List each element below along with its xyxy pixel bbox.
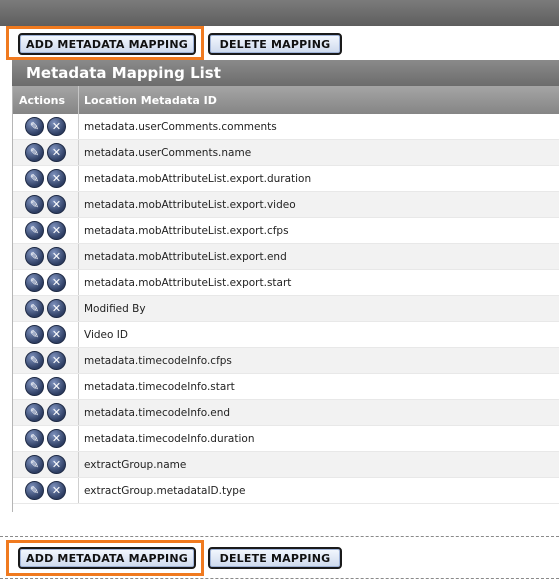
pencil-icon[interactable]: ✎ — [25, 429, 44, 448]
metadata-mapping-table: Actions Location Metadata ID ✎ ✕ metadata.… — [12, 86, 559, 512]
table-row: ✎ ✕ Video ID — [13, 322, 559, 348]
pencil-icon[interactable]: ✎ — [25, 351, 44, 370]
table-row: ✎ ✕ metadata.mobAttributeList.export.durat… — [13, 166, 559, 192]
close-icon[interactable]: ✕ — [47, 481, 66, 500]
table-row: ✎ ✕ metadata.timecodeInfo.end — [13, 400, 559, 426]
pencil-icon[interactable]: ✎ — [25, 247, 44, 266]
row-actions: ✎ ✕ — [13, 426, 79, 451]
table-row: ✎ ✕ Modified By — [13, 296, 559, 322]
table-row: ✎ ✕ metadata.mobAttributeList.export.video — [13, 192, 559, 218]
close-icon[interactable]: ✕ — [47, 195, 66, 214]
location-metadata-id-header: Location Metadata ID — [84, 93, 217, 107]
add-metadata-mapping-button[interactable]: ADD METADATA MAPPING — [18, 33, 196, 55]
delete-mapping-button[interactable]: DELETE MAPPING — [208, 33, 342, 55]
top-button-row: ADD METADATA MAPPING DELETE MAPPING — [0, 26, 559, 60]
pencil-icon[interactable]: ✎ — [25, 481, 44, 500]
row-actions: ✎ ✕ — [13, 218, 79, 243]
location-metadata-id-cell: extractGroup.metadataID.type — [84, 484, 246, 497]
row-actions: ✎ ✕ — [13, 374, 79, 399]
location-metadata-id-cell: metadata.mobAttributeList.export.start — [84, 276, 292, 289]
row-actions: ✎ ✕ — [13, 348, 79, 373]
close-icon[interactable]: ✕ — [47, 299, 66, 318]
table-body: ✎ ✕ metadata.userComments.comments ✎ ✕ metada… — [13, 114, 559, 504]
divider — [0, 536, 559, 537]
table-header: Actions Location Metadata ID — [13, 86, 559, 114]
pencil-icon[interactable]: ✎ — [25, 403, 44, 422]
table-row: ✎ ✕ metadata.mobAttributeList.export.end — [13, 244, 559, 270]
top-header-bar — [0, 0, 559, 26]
close-icon[interactable]: ✕ — [47, 377, 66, 396]
pencil-icon[interactable]: ✎ — [25, 377, 44, 396]
location-metadata-id-cell: metadata.timecodeInfo.cfps — [84, 354, 232, 367]
location-metadata-id-cell: metadata.mobAttributeList.export.end — [84, 250, 287, 263]
close-icon[interactable]: ✕ — [47, 221, 66, 240]
row-actions: ✎ ✕ — [13, 192, 79, 217]
location-metadata-id-cell: extractGroup.name — [84, 458, 187, 471]
close-icon[interactable]: ✕ — [47, 455, 66, 474]
close-icon[interactable]: ✕ — [47, 429, 66, 448]
close-icon[interactable]: ✕ — [47, 143, 66, 162]
close-icon[interactable]: ✕ — [47, 325, 66, 344]
table-row: ✎ ✕ metadata.userComments.comments — [13, 114, 559, 140]
location-metadata-id-cell: metadata.mobAttributeList.export.video — [84, 198, 296, 211]
table-row: ✎ ✕ metadata.timecodeInfo.start — [13, 374, 559, 400]
location-metadata-id-cell: Modified By — [84, 302, 146, 315]
table-row: ✎ ✕ metadata.mobAttributeList.export.start — [13, 270, 559, 296]
pencil-icon[interactable]: ✎ — [25, 143, 44, 162]
pencil-icon[interactable]: ✎ — [25, 273, 44, 292]
table-row: ✎ ✕ metadata.userComments.name — [13, 140, 559, 166]
pencil-icon[interactable]: ✎ — [25, 195, 44, 214]
row-actions: ✎ ✕ — [13, 114, 79, 139]
close-icon[interactable]: ✕ — [47, 117, 66, 136]
metadata-mapping-list-title: Metadata Mapping List — [12, 60, 559, 86]
location-metadata-id-cell: metadata.userComments.comments — [84, 120, 277, 133]
close-icon[interactable]: ✕ — [47, 351, 66, 370]
location-metadata-id-cell: metadata.mobAttributeList.export.duratio… — [84, 172, 312, 185]
actions-header: Actions — [13, 86, 79, 114]
row-actions: ✎ ✕ — [13, 244, 79, 269]
location-metadata-id-cell: metadata.timecodeInfo.duration — [84, 432, 255, 445]
row-actions: ✎ ✕ — [13, 140, 79, 165]
table-row: ✎ ✕ extractGroup.name — [13, 452, 559, 478]
location-metadata-id-cell: metadata.timecodeInfo.end — [84, 406, 231, 419]
row-actions: ✎ ✕ — [13, 400, 79, 425]
close-icon[interactable]: ✕ — [47, 169, 66, 188]
add-metadata-mapping-button[interactable]: ADD METADATA MAPPING — [18, 547, 196, 569]
row-actions: ✎ ✕ — [13, 270, 79, 295]
close-icon[interactable]: ✕ — [47, 403, 66, 422]
close-icon[interactable]: ✕ — [47, 247, 66, 266]
location-metadata-id-cell: metadata.userComments.name — [84, 146, 252, 159]
row-actions: ✎ ✕ — [13, 478, 79, 503]
divider — [0, 578, 559, 579]
delete-mapping-button[interactable]: DELETE MAPPING — [208, 547, 342, 569]
row-actions: ✎ ✕ — [13, 322, 79, 347]
pencil-icon[interactable]: ✎ — [25, 299, 44, 318]
table-row: ✎ ✕ metadata.mobAttributeList.export.cfps — [13, 218, 559, 244]
location-metadata-id-cell: metadata.timecodeInfo.start — [84, 380, 235, 393]
location-metadata-id-cell: Video ID — [84, 328, 128, 341]
pencil-icon[interactable]: ✎ — [25, 455, 44, 474]
pencil-icon[interactable]: ✎ — [25, 325, 44, 344]
pencil-icon[interactable]: ✎ — [25, 117, 44, 136]
bottom-button-row: ADD METADATA MAPPING DELETE MAPPING — [0, 540, 559, 576]
row-actions: ✎ ✕ — [13, 296, 79, 321]
row-actions: ✎ ✕ — [13, 166, 79, 191]
table-row: ✎ ✕ metadata.timecodeInfo.cfps — [13, 348, 559, 374]
pencil-icon[interactable]: ✎ — [25, 169, 44, 188]
pencil-icon[interactable]: ✎ — [25, 221, 44, 240]
row-actions: ✎ ✕ — [13, 452, 79, 477]
close-icon[interactable]: ✕ — [47, 273, 66, 292]
location-metadata-id-cell: metadata.mobAttributeList.export.cfps — [84, 224, 289, 237]
table-row: ✎ ✕ metadata.timecodeInfo.duration — [13, 426, 559, 452]
table-row: ✎ ✕ extractGroup.metadataID.type — [13, 478, 559, 504]
